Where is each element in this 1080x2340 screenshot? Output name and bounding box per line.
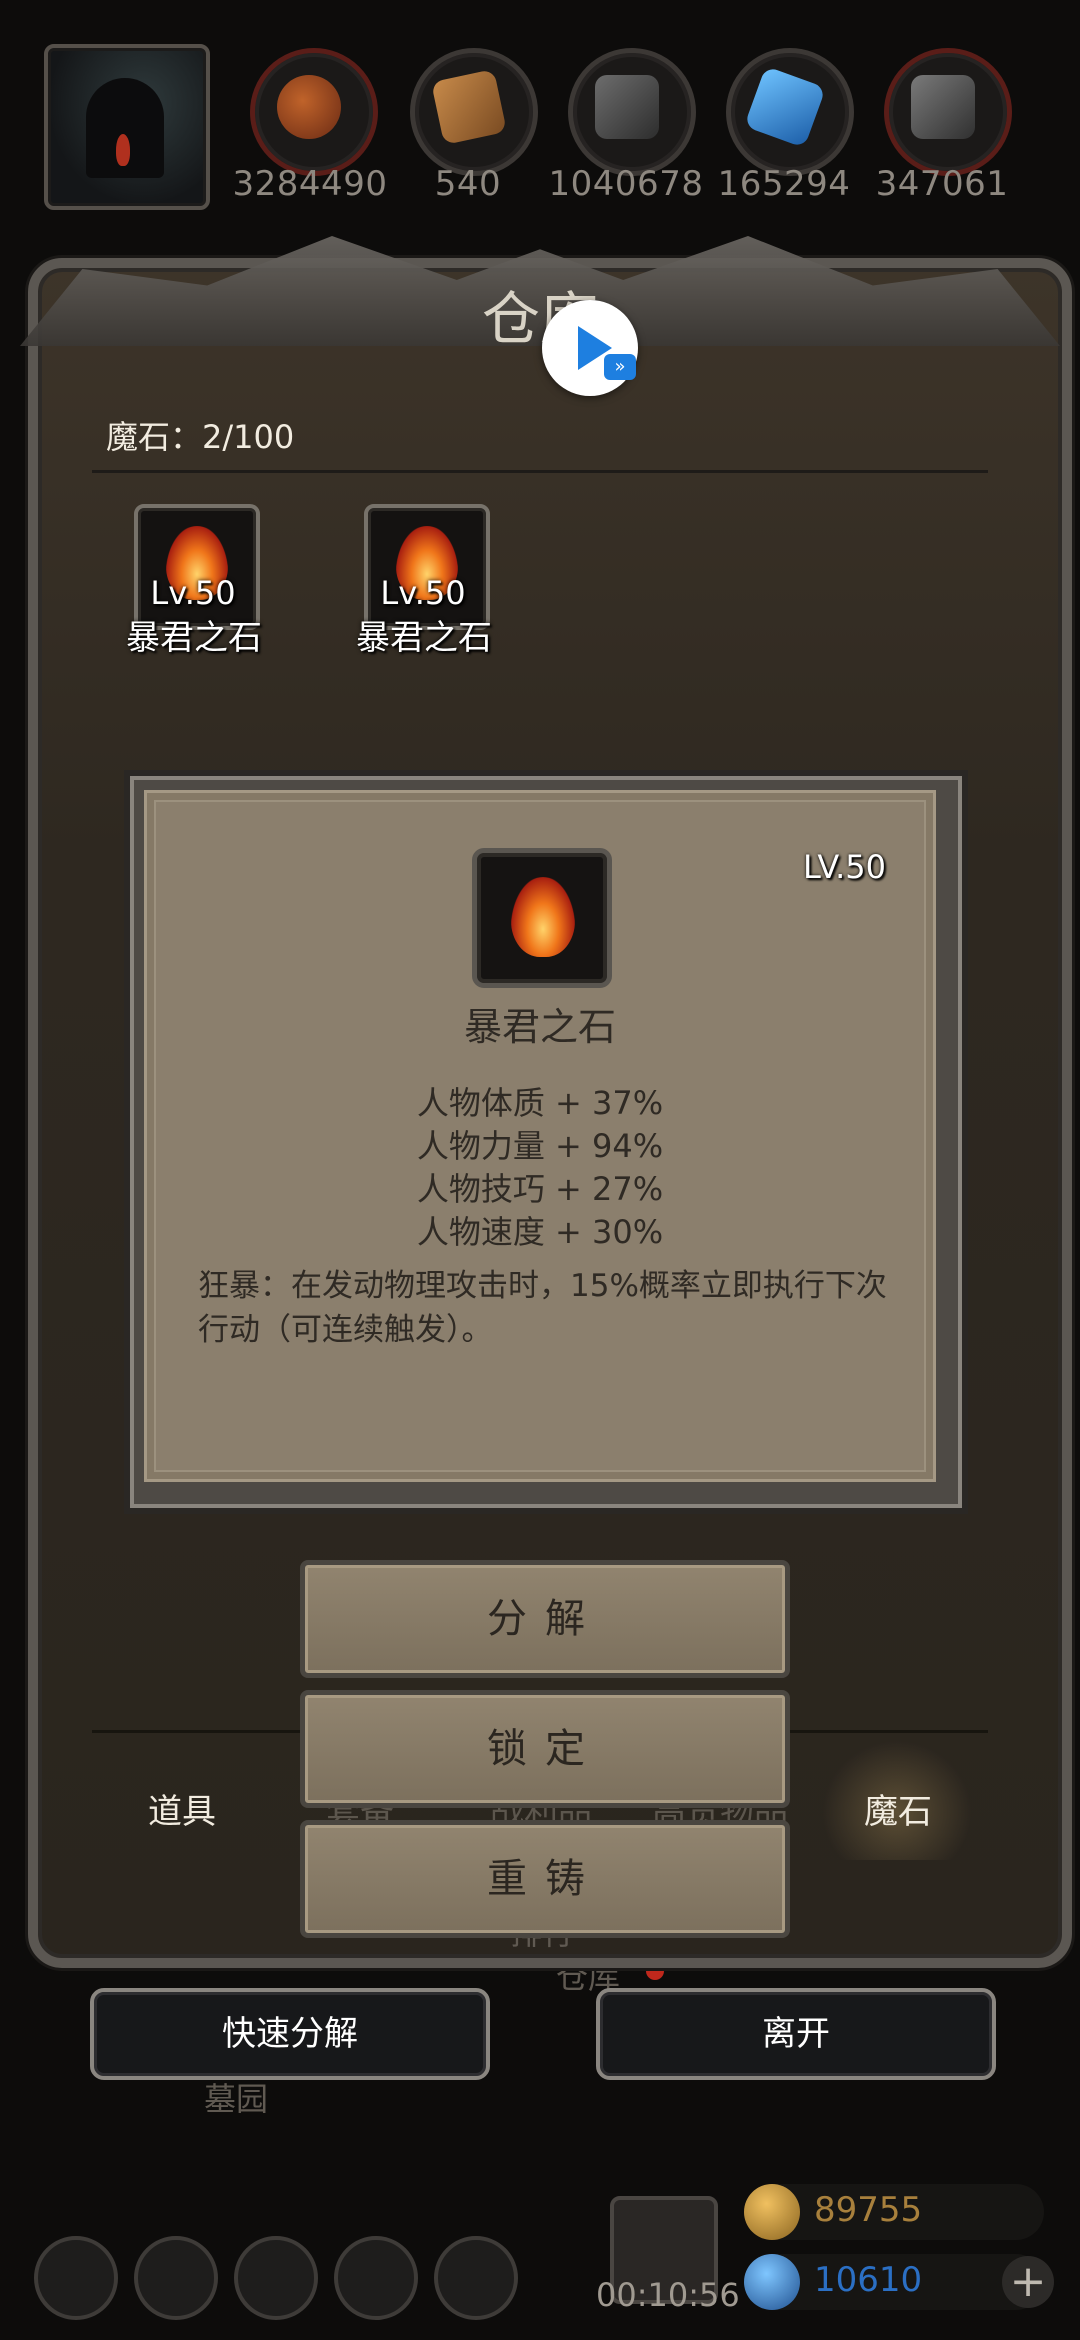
detail-description: 狂暴：在发动物理攻击时，15%概率立即执行下次行动（可连续触发）。 [198,1268,887,1348]
wood-icon [410,48,538,176]
resource-wood-value: 540 [434,164,502,204]
meat-icon [250,48,378,176]
iron-core [595,75,659,139]
lock-button[interactable]: 锁定 [300,1690,790,1808]
gold-coin-icon [744,2184,800,2240]
tab-magic-stone[interactable]: 魔石 [864,1784,932,1833]
slot-level: Lv.50 [150,574,236,612]
reforge-button[interactable]: 重铸 [300,1820,790,1938]
slot-name: 暴君之石 [356,618,492,658]
resource-ore-value: 347061 [875,164,1009,204]
ore-icon [884,48,1012,176]
quick-decompose-button[interactable]: 快速分解 [90,1988,490,2080]
settings-icon[interactable] [34,2236,118,2320]
gem-value: 10610 [814,2260,923,2300]
castle-icon[interactable] [234,2236,318,2320]
shop-icon[interactable] [434,2236,518,2320]
stat-line: 人物力量 + 94% [416,1127,664,1165]
gem-icon [744,2254,800,2310]
detail-stone-icon [472,848,612,988]
ore-core [911,75,975,139]
achievement-icon[interactable] [134,2236,218,2320]
stat-line: 人物技巧 + 27% [416,1170,664,1208]
fire-stone-icon [511,877,575,957]
slot-name: 暴君之石 [126,618,262,658]
meat-core [277,75,341,139]
video-play-button[interactable] [542,300,638,396]
detail-level: LV.50 [803,848,886,886]
leave-button[interactable]: 离开 [596,1988,996,2080]
stat-line: 人物速度 + 30% [416,1213,664,1251]
tab-items[interactable]: 道具 [148,1784,216,1833]
resource-iron-value: 1040678 [548,164,704,204]
detail-name: 暴君之石 [463,1005,616,1049]
wood-core [431,69,507,145]
magic-stone-count: 魔石：2/100 [106,418,295,456]
fast-forward-icon[interactable]: » [604,354,636,380]
gold-value: 89755 [814,2190,923,2230]
resource-crystal-value: 165294 [717,164,851,204]
add-currency-button[interactable]: + [1002,2256,1054,2308]
iron-icon [568,48,696,176]
avatar-flame [116,134,130,166]
mail-icon[interactable] [334,2236,418,2320]
stat-line: 人物体质 + 37% [416,1084,664,1122]
player-avatar[interactable] [44,44,210,210]
slot-level: Lv.50 [380,574,466,612]
divider [92,470,988,473]
bg-label-graveyard: 墓园 [204,2080,269,2118]
resource-meat-value: 3284490 [232,164,388,204]
gift-timer: 00:10:56 [596,2276,740,2314]
decompose-button[interactable]: 分解 [300,1560,790,1678]
crystal-core [743,65,827,149]
crystal-icon [726,48,854,176]
